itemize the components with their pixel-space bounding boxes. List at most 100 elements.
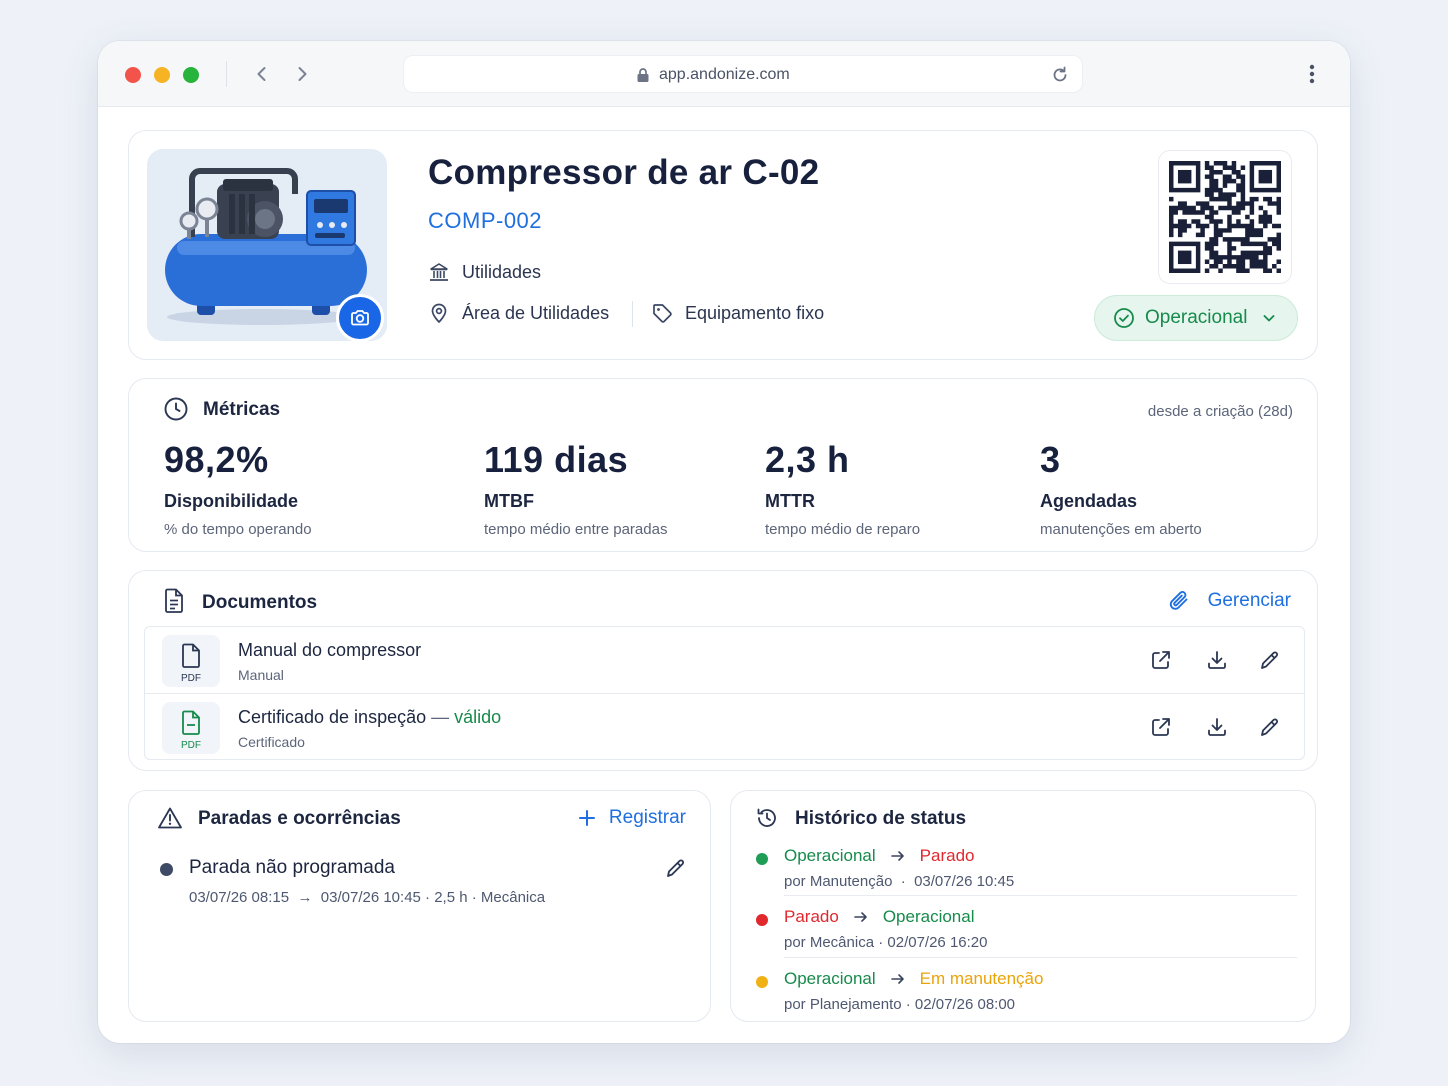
status-change-time: 02/07/26 08:00 <box>914 996 1016 1013</box>
status-dot <box>756 853 768 865</box>
stop-duration: · 2,5 h · <box>425 889 477 906</box>
lock-icon <box>635 67 651 83</box>
maximize-window-button[interactable] <box>183 67 199 83</box>
status-change-time: 03/07/26 10:45 <box>914 873 1015 890</box>
stops-title: Paradas e ocorrências <box>198 808 401 829</box>
meta-divider <box>632 301 633 327</box>
category-row: Equipamento fixo <box>651 302 824 324</box>
browser-window: app.andonize.com Compressor de ar C-02 C… <box>98 41 1350 1043</box>
status-transition: Parado Operacional <box>784 907 975 927</box>
metrics-period: desde a criação (28d) <box>1147 403 1293 420</box>
document-icon <box>163 588 185 619</box>
stop-end: 03/07/26 10:45 <box>320 889 421 906</box>
stop-meta: 03/07/26 08:15 → 03/07/26 10:45 · 2,5 h … <box>189 889 545 906</box>
status-from: Operacional <box>784 969 876 988</box>
status-to: Operacional <box>882 907 975 926</box>
manage-documents-label: Gerenciar <box>1207 590 1291 611</box>
document-name: Manual do compressor <box>238 640 421 661</box>
edit-pencil-icon[interactable] <box>664 856 688 885</box>
asset-code: COMP-002 <box>428 208 543 233</box>
history-item: Parado Operacional por Mecânica · 02/07/… <box>731 907 1315 968</box>
close-window-button[interactable] <box>125 67 141 83</box>
status-dot <box>756 976 768 988</box>
stop-start: 03/07/26 08:15 <box>189 889 290 906</box>
metric-subtitle: % do tempo operando <box>164 521 312 538</box>
document-separator: — <box>431 707 450 727</box>
download-icon[interactable] <box>1205 648 1229 672</box>
plus-icon <box>578 810 595 826</box>
status-transition: Operacional Parado <box>784 846 975 866</box>
toolbar-divider <box>226 61 227 87</box>
category-label: Equipamento fixo <box>685 302 825 323</box>
metric-value: 2,3 h <box>765 439 850 480</box>
metric-label: MTBF <box>484 491 534 511</box>
register-stop-button[interactable]: Registrar <box>577 807 686 829</box>
status-transition: Operacional Em manutenção <box>784 969 1043 989</box>
manage-documents-button[interactable]: Gerenciar <box>1168 588 1291 614</box>
metric-value: 119 dias <box>484 439 629 480</box>
edit-pencil-icon[interactable] <box>1258 648 1282 672</box>
pdf-badge: PDF <box>181 740 201 751</box>
department-row: Utilidades <box>428 261 541 283</box>
metric-mttr: 2,3 h MTTR tempo médio de reparo <box>765 439 920 538</box>
status-history-card: Histórico de status Operacional Parado p… <box>730 790 1316 1022</box>
qr-code[interactable] <box>1158 150 1292 284</box>
address-bar[interactable]: app.andonize.com <box>403 55 1083 93</box>
history-icon <box>755 806 779 835</box>
reload-icon[interactable] <box>1050 65 1070 85</box>
edit-pencil-icon[interactable] <box>1258 715 1282 739</box>
metric-subtitle: tempo médio de reparo <box>765 521 921 538</box>
location-label: Área de Utilidades <box>462 302 610 323</box>
status-label: Operacional <box>1145 307 1248 328</box>
stops-card: Paradas e ocorrências Registrar Parada n… <box>128 790 711 1022</box>
arrow-right-icon <box>854 912 867 922</box>
chevron-right-icon[interactable] <box>291 63 313 85</box>
status-to: Parado <box>919 846 975 865</box>
status-change-author: por Planejamento · 02/07/26 08:00 <box>784 996 1016 1013</box>
browser-toolbar: app.andonize.com <box>98 41 1350 107</box>
open-external-icon[interactable] <box>1149 715 1173 739</box>
qr-code-icon <box>1169 161 1281 273</box>
arrow-right-icon <box>890 851 904 861</box>
stop-title[interactable]: Parada não programada <box>189 857 395 879</box>
metrics-title: Métricas <box>203 399 281 420</box>
check-circle-icon <box>1114 308 1134 328</box>
building-icon <box>430 263 448 281</box>
metric-value: 3 <box>1040 439 1061 480</box>
metric-scheduled: 3 Agendadas manutenções em aberto <box>1040 439 1202 538</box>
history-divider <box>784 957 1297 958</box>
metric-mtbf: 119 dias MTBF tempo médio entre paradas <box>484 439 667 538</box>
pdf-certificate-icon: PDF <box>162 702 220 754</box>
asset-header-card: Compressor de ar C-02 COMP-002 Utilidade… <box>128 130 1318 360</box>
status-from: Operacional <box>784 846 876 865</box>
chevron-left-icon[interactable] <box>251 63 273 85</box>
history-item: Operacional Em manutenção por Planejamen… <box>731 969 1315 1030</box>
document-row[interactable]: PDF Manual do compressor Manual <box>145 627 1304 693</box>
metric-label: MTTR <box>765 491 815 511</box>
status-dropdown[interactable]: Operacional <box>1094 295 1298 341</box>
status-change-by: por Manutenção <box>784 873 893 890</box>
url-text: app.andonize.com <box>659 66 790 83</box>
document-validity: válido <box>454 707 502 727</box>
metric-label: Agendadas <box>1040 491 1138 511</box>
history-divider <box>784 895 1297 896</box>
stop-status-dot <box>160 863 173 876</box>
kebab-menu-icon[interactable] <box>1301 62 1323 86</box>
document-row[interactable]: PDF Certificado de inspeção — válido Cer… <box>145 693 1304 759</box>
department-label: Utilidades <box>462 261 542 282</box>
chevron-down-icon <box>1264 315 1275 322</box>
metrics-card: Métricas desde a criação (28d) 98,2% Dis… <box>128 378 1318 552</box>
minimize-window-button[interactable] <box>154 67 170 83</box>
register-label: Registrar <box>608 807 686 828</box>
status-change-by: por Mecânica <box>784 934 875 951</box>
change-photo-button[interactable] <box>336 294 384 342</box>
status-change-author: por Mecânica · 02/07/26 16:20 <box>784 934 988 951</box>
camera-icon <box>351 310 369 326</box>
document-name: Certificado de inspeção — válido <box>238 707 501 728</box>
history-title: Histórico de status <box>795 808 967 829</box>
download-icon[interactable] <box>1205 715 1229 739</box>
pdf-file-icon: PDF <box>162 635 220 687</box>
open-external-icon[interactable] <box>1149 648 1173 672</box>
tag-icon <box>653 304 672 323</box>
document-name-text: Certificado de inspeção <box>238 707 427 727</box>
